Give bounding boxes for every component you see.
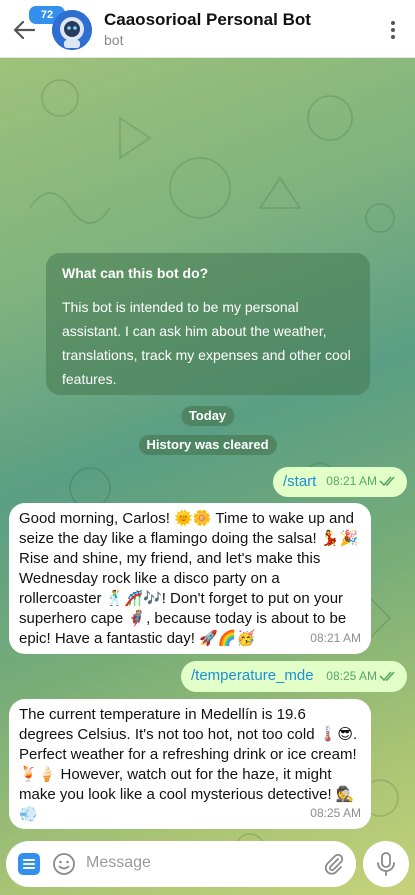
bot-avatar[interactable] [52,10,92,50]
message-text: The current temperature in Medellín is 1… [19,706,358,823]
message-time: 08:21 AM [326,474,377,488]
message-meta: 08:21 AM [326,471,397,491]
info-card-text: This bot is intended to be my personal a… [62,299,351,387]
smile-icon [53,853,75,875]
bot-menu-icon [23,859,35,861]
microphone-icon [377,852,395,876]
info-card-title: What can this bot do? [62,265,209,281]
message-time: 08:25 AM [310,806,361,820]
message-outgoing[interactable]: /temperature_mde 08:25 AM [181,661,407,692]
history-cleared-notice: History was cleared [138,435,277,455]
chat-title[interactable]: Caaosorioal Personal Bot [104,10,311,30]
bot-menu-button[interactable] [18,853,40,875]
message-time: 08:25 AM [326,669,377,683]
command-link[interactable]: /start [283,473,316,490]
robot-astronaut-avatar [52,10,92,50]
voice-record-button[interactable] [363,841,409,887]
message-incoming[interactable]: Good morning, Carlos! 🌞🌼 Time to wake up… [9,503,371,654]
paperclip-icon [324,853,344,875]
message-meta: 08:25 AM [326,666,397,686]
chat-area[interactable]: What can this bot do? This bot is intend… [0,58,415,895]
emoji-button[interactable] [52,852,76,876]
command-link[interactable]: /temperature_mde [191,667,314,684]
double-check-icon [379,476,395,487]
message-input[interactable]: Message [86,854,151,872]
message-meta: 08:21 AM [310,628,361,648]
date-separator: Today [180,406,235,426]
message-time: 08:21 AM [310,631,361,645]
message-meta: 08:25 AM [310,803,361,823]
bot-info-card: What can this bot do? This bot is intend… [46,253,370,395]
more-vertical-icon [391,21,395,25]
chat-subtitle: bot [104,32,124,48]
message-incoming[interactable]: The current temperature in Medellín is 1… [9,699,371,829]
attach-button[interactable] [322,852,346,876]
double-check-icon [379,671,395,682]
message-composer: Message [6,841,356,887]
chat-header: 72 Caaosorioal Personal Bot bot [0,0,415,58]
more-menu-button[interactable] [383,16,403,44]
message-outgoing[interactable]: /start 08:21 AM [273,467,407,497]
